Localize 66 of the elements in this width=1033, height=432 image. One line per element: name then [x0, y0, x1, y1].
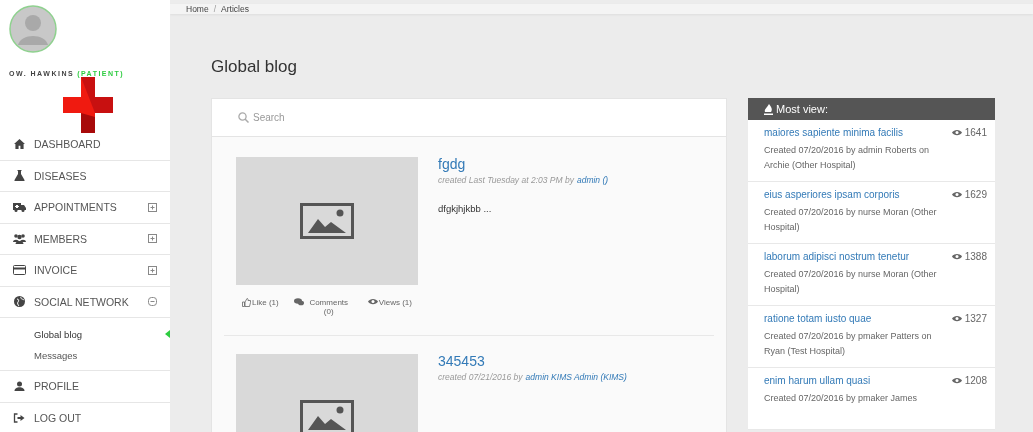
- article-meta: Created 07/20/2016 by admin Roberts on Archie (Other Hospital): [764, 144, 931, 172]
- eye-icon: [367, 298, 378, 305]
- search-field[interactable]: Search: [253, 112, 453, 123]
- view-count: 1388: [964, 251, 987, 262]
- page-title: Global blog: [211, 57, 298, 77]
- breadcrumb-link[interactable]: Home: [186, 4, 209, 14]
- article-meta: Created 07/20/2016 by nurse Moran (Other Hospital): [764, 206, 938, 234]
- article-link[interactable]: laborum adipisci nostrum tenetur: [764, 251, 910, 262]
- menu-item[interactable]: APPOINTMENTS: [0, 192, 170, 224]
- sign-out-icon: [13, 412, 26, 423]
- article-excerpt: dfgkjhjkbb ...: [438, 203, 493, 214]
- image-icon: [300, 203, 354, 239]
- view-count: 1208: [964, 375, 987, 386]
- menu-item[interactable]: DISEASES: [0, 160, 170, 192]
- article-link[interactable]: ratione totam iusto quae: [764, 313, 872, 324]
- breadcrumb-link[interactable]: Articles: [221, 4, 249, 14]
- eye-icon: [951, 191, 962, 198]
- article-title[interactable]: 345453: [438, 353, 627, 369]
- search-icon: [238, 112, 249, 123]
- image-icon: [300, 400, 354, 432]
- eye-icon: [951, 315, 962, 322]
- people-icon: [13, 233, 26, 244]
- article-meta: created Last Tuesday at 2:03 PM by: [438, 175, 574, 185]
- credit-card-icon: [13, 265, 26, 276]
- breadcrumb-separator: /: [213, 4, 217, 14]
- menu-item[interactable]: INVOICE: [0, 255, 170, 287]
- expand-icon[interactable]: [148, 202, 157, 212]
- article-meta: Created 07/20/2016 by pmaker Patters on Ryan (Test Hospital): [764, 330, 933, 358]
- menu-item[interactable]: DASHBOARD: [0, 129, 170, 161]
- author-link[interactable]: admin KIMS Admin (KIMS): [525, 372, 627, 382]
- eye-icon: [951, 253, 962, 260]
- globe-icon: [13, 296, 26, 308]
- author-link[interactable]: admin (): [576, 175, 609, 185]
- comments-icon: [293, 298, 304, 306]
- eye-icon: [951, 129, 962, 136]
- submenu-item[interactable]: Global blog: [34, 324, 170, 345]
- views-link[interactable]: Views (1): [367, 298, 412, 316]
- article-link[interactable]: enim harum ullam quasi: [764, 375, 871, 386]
- view-count: 1641: [964, 127, 987, 138]
- eye-icon: [951, 377, 962, 384]
- menu-item[interactable]: SOCIAL NETWORK: [0, 286, 170, 318]
- menu-item[interactable]: MEMBERS: [0, 223, 170, 255]
- expand-icon[interactable]: [148, 265, 157, 275]
- submenu-item[interactable]: Messages: [34, 345, 170, 366]
- view-count: 1327: [964, 313, 987, 324]
- like-link[interactable]: Like (1): [242, 298, 279, 316]
- comments-link[interactable]: Comments (0): [293, 298, 353, 316]
- article-title[interactable]: fgdg: [438, 156, 609, 172]
- avatar-icon: [9, 5, 57, 53]
- view-count: 1629: [964, 189, 987, 200]
- menu-item[interactable]: LOG OUT: [0, 402, 170, 432]
- article-link[interactable]: maiores sapiente minima facilis: [764, 127, 903, 138]
- house-icon: [13, 139, 26, 150]
- thumbs-up-icon: [242, 298, 251, 307]
- fire-icon: [764, 103, 773, 115]
- ambulance-icon: [13, 202, 26, 213]
- article-link[interactable]: eius asperiores ipsam corporis: [764, 189, 900, 200]
- article-meta: Created 07/20/2016 by pmaker James: [764, 392, 919, 405]
- expand-icon[interactable]: [148, 234, 157, 244]
- article-meta: created 07/21/2016 by: [438, 372, 523, 382]
- panel-header: Most view:: [748, 98, 995, 120]
- flask-icon: [13, 170, 26, 182]
- menu-item[interactable]: PROFILE: [0, 371, 170, 403]
- article-meta: Created 07/20/2016 by nurse Moran (Other Hospital): [764, 268, 938, 296]
- collapse-icon[interactable]: [148, 297, 157, 307]
- user-icon: [13, 381, 26, 392]
